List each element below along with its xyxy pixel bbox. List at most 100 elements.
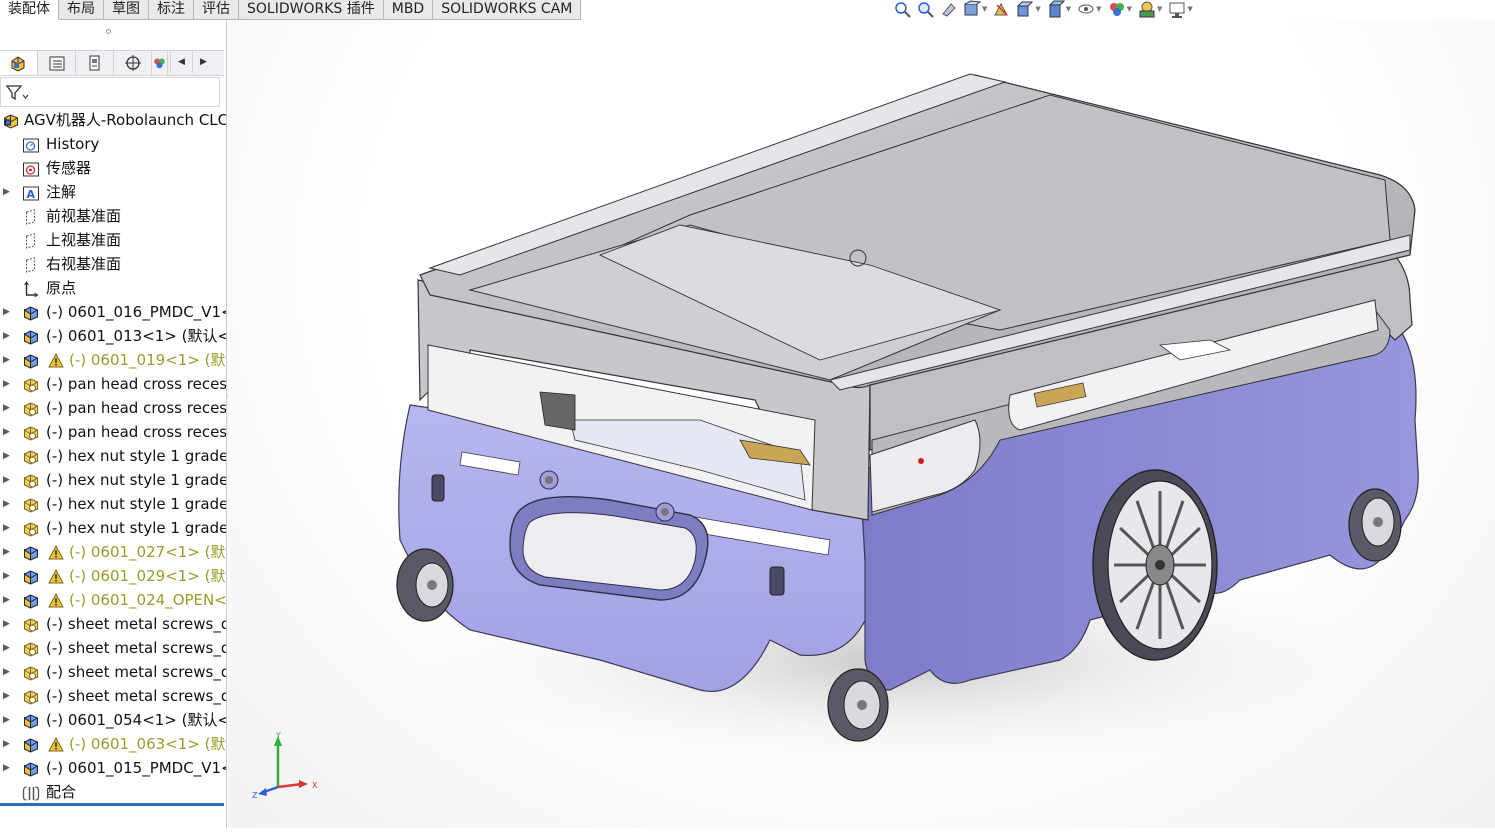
propertymanager-tab[interactable]: [38, 51, 76, 75]
tree-item-label: (-) sheet metal screws_di: [46, 687, 226, 705]
sensors-icon: [22, 160, 40, 177]
tree-item-component[interactable]: ▶ (-) 0601_016_PMDC_V1<: [0, 300, 226, 324]
zoom-to-fit-icon[interactable]: [893, 0, 913, 18]
agv-robot-model[interactable]: [228, 20, 1495, 828]
tree-item-component[interactable]: ▶ (-) sheet metal screws_di: [0, 636, 226, 660]
tree-item-component[interactable]: ▶ (-) pan head cross recess: [0, 372, 226, 396]
tree-root-assembly[interactable]: AGV机器人-Robolaunch CLC: [0, 108, 226, 132]
expand-arrow-icon[interactable]: ▶: [3, 732, 10, 756]
tab-2[interactable]: 草图: [104, 0, 149, 20]
tab-6[interactable]: MBD: [383, 0, 434, 20]
expand-arrow-icon[interactable]: ▶: [3, 756, 10, 780]
displaymanager-tab[interactable]: [152, 51, 168, 75]
tree-item-component[interactable]: ▶ (-) sheet metal screws_di: [0, 612, 226, 636]
tree-rollback-bar[interactable]: [0, 803, 224, 806]
tab-1[interactable]: 布局: [59, 0, 104, 20]
part-icon: [22, 592, 40, 609]
tab-5[interactable]: SOLIDWORKS 插件: [239, 0, 384, 20]
tree-item[interactable]: ▶ A 注解: [0, 180, 226, 204]
tree-item[interactable]: 配合: [0, 780, 226, 804]
expand-arrow-icon[interactable]: ▶: [3, 540, 10, 564]
dropdown-caret-icon[interactable]: ▼: [1066, 5, 1071, 13]
tree-item-component[interactable]: ▶ (-) 0601_015_PMDC_V1<: [0, 756, 226, 780]
tab-7[interactable]: SOLIDWORKS CAM: [433, 0, 582, 20]
tree-item-component[interactable]: ▶ (-) pan head cross recess: [0, 420, 226, 444]
tree-item-component[interactable]: ▶ (-) 0601_029<1> (默认: [0, 564, 226, 588]
zoom-to-area-icon[interactable]: [916, 0, 936, 18]
dynamic-annotation-icon[interactable]: [992, 0, 1012, 18]
expand-arrow-icon[interactable]: ▶: [3, 396, 10, 420]
dropdown-caret-icon[interactable]: ▼: [1187, 5, 1192, 13]
tree-item-component[interactable]: ▶ (-) hex nut style 1 gradea: [0, 468, 226, 492]
tree-item[interactable]: 原点: [0, 276, 226, 300]
view-orientation-icon[interactable]: [1015, 0, 1035, 18]
display-style-icon[interactable]: [1046, 0, 1066, 18]
tree-filter-bar: [0, 77, 220, 107]
caster-wheel-front-left[interactable]: [396, 548, 454, 622]
tree-item-label: 传感器: [46, 159, 92, 177]
expand-arrow-icon[interactable]: ▶: [3, 708, 10, 732]
expand-arrow-icon[interactable]: ▶: [3, 636, 10, 660]
tree-item[interactable]: 传感器: [0, 156, 226, 180]
tree-item-component[interactable]: ▶ (-) 0601_063<1> (默认: [0, 732, 226, 756]
configurationmanager-tab[interactable]: [76, 51, 114, 75]
dimxpertmanager-tab[interactable]: [114, 51, 152, 75]
warning-icon: [48, 592, 64, 608]
tree-item[interactable]: 右视基准面: [0, 252, 226, 276]
tab-4[interactable]: 评估: [194, 0, 239, 20]
part-icon: [22, 760, 40, 777]
expand-arrow-icon[interactable]: ▶: [3, 324, 10, 348]
hide-show-items-icon[interactable]: [1076, 0, 1096, 18]
drive-wheel[interactable]: [1092, 469, 1218, 661]
tree-item-component[interactable]: ▶ (-) hex nut style 1 gradea: [0, 492, 226, 516]
expand-arrow-icon[interactable]: ▶: [3, 468, 10, 492]
tree-item-label: (-) 0601_027<1> (默认: [69, 543, 226, 561]
tree-item-component[interactable]: ▶ (-) 0601_054<1> (默认<默: [0, 708, 226, 732]
tree-item[interactable]: History: [0, 132, 226, 156]
expand-arrow-icon[interactable]: ▶: [3, 300, 10, 324]
expand-arrow-icon[interactable]: ▶: [3, 516, 10, 540]
filter-icon[interactable]: [4, 83, 30, 103]
caster-wheel-front-right[interactable]: [827, 668, 889, 742]
expand-arrow-icon[interactable]: ▶: [3, 660, 10, 684]
section-view-icon[interactable]: [962, 0, 982, 18]
tree-item-component[interactable]: ▶ (-) sheet metal screws_di: [0, 660, 226, 684]
expand-arrow-icon[interactable]: ▶: [3, 588, 10, 612]
tree-item-component[interactable]: ▶ (-) 0601_013<1> (默认<默: [0, 324, 226, 348]
expand-arrow-icon[interactable]: ▶: [3, 444, 10, 468]
graphics-area[interactable]: Y X Z: [228, 20, 1495, 828]
tab-3[interactable]: 标注: [149, 0, 194, 20]
apply-scene-icon[interactable]: [1137, 0, 1157, 18]
tree-item[interactable]: 上视基准面: [0, 228, 226, 252]
scroll-left-icon[interactable]: ◀: [170, 51, 192, 73]
dropdown-caret-icon[interactable]: ▼: [982, 5, 987, 13]
tree-item[interactable]: 前视基准面: [0, 204, 226, 228]
tree-item-component[interactable]: ▶ (-) 0601_027<1> (默认: [0, 540, 226, 564]
expand-arrow-icon[interactable]: ▶: [3, 180, 10, 204]
tree-item-component[interactable]: ▶ (-) sheet metal screws_di: [0, 684, 226, 708]
previous-view-icon[interactable]: [939, 0, 959, 18]
expand-arrow-icon[interactable]: ▶: [3, 612, 10, 636]
tree-item-component[interactable]: ▶ (-) hex nut style 1 gradea: [0, 516, 226, 540]
expand-arrow-icon[interactable]: ▶: [3, 420, 10, 444]
tree-item-component[interactable]: ▶ (-) 0601_024_OPEN<1: [0, 588, 226, 612]
expand-arrow-icon[interactable]: ▶: [3, 564, 10, 588]
tree-item-component[interactable]: ▶ (-) 0601_019<1> (默认: [0, 348, 226, 372]
featuremanager-tab[interactable]: [0, 51, 38, 75]
expand-arrow-icon[interactable]: ▶: [3, 492, 10, 516]
caster-wheel-rear-right[interactable]: [1348, 488, 1402, 562]
edit-appearance-icon[interactable]: [1107, 0, 1127, 18]
dropdown-caret-icon[interactable]: ▼: [1096, 5, 1101, 13]
tree-item-component[interactable]: ▶ (-) pan head cross recess: [0, 396, 226, 420]
dropdown-caret-icon[interactable]: ▼: [1157, 5, 1162, 13]
expand-arrow-icon[interactable]: ▶: [3, 372, 10, 396]
tab-0[interactable]: 装配体: [0, 0, 59, 20]
scroll-right-icon[interactable]: ▶: [192, 51, 214, 73]
expand-arrow-icon[interactable]: ▶: [3, 348, 10, 372]
dropdown-caret-icon[interactable]: ▼: [1127, 5, 1132, 13]
expand-arrow-icon[interactable]: ▶: [3, 684, 10, 708]
panel-grip-icon[interactable]: [106, 29, 111, 34]
tree-item-component[interactable]: ▶ (-) hex nut style 1 gradea: [0, 444, 226, 468]
view-settings-icon[interactable]: [1167, 0, 1187, 18]
dropdown-caret-icon[interactable]: ▼: [1035, 5, 1040, 13]
